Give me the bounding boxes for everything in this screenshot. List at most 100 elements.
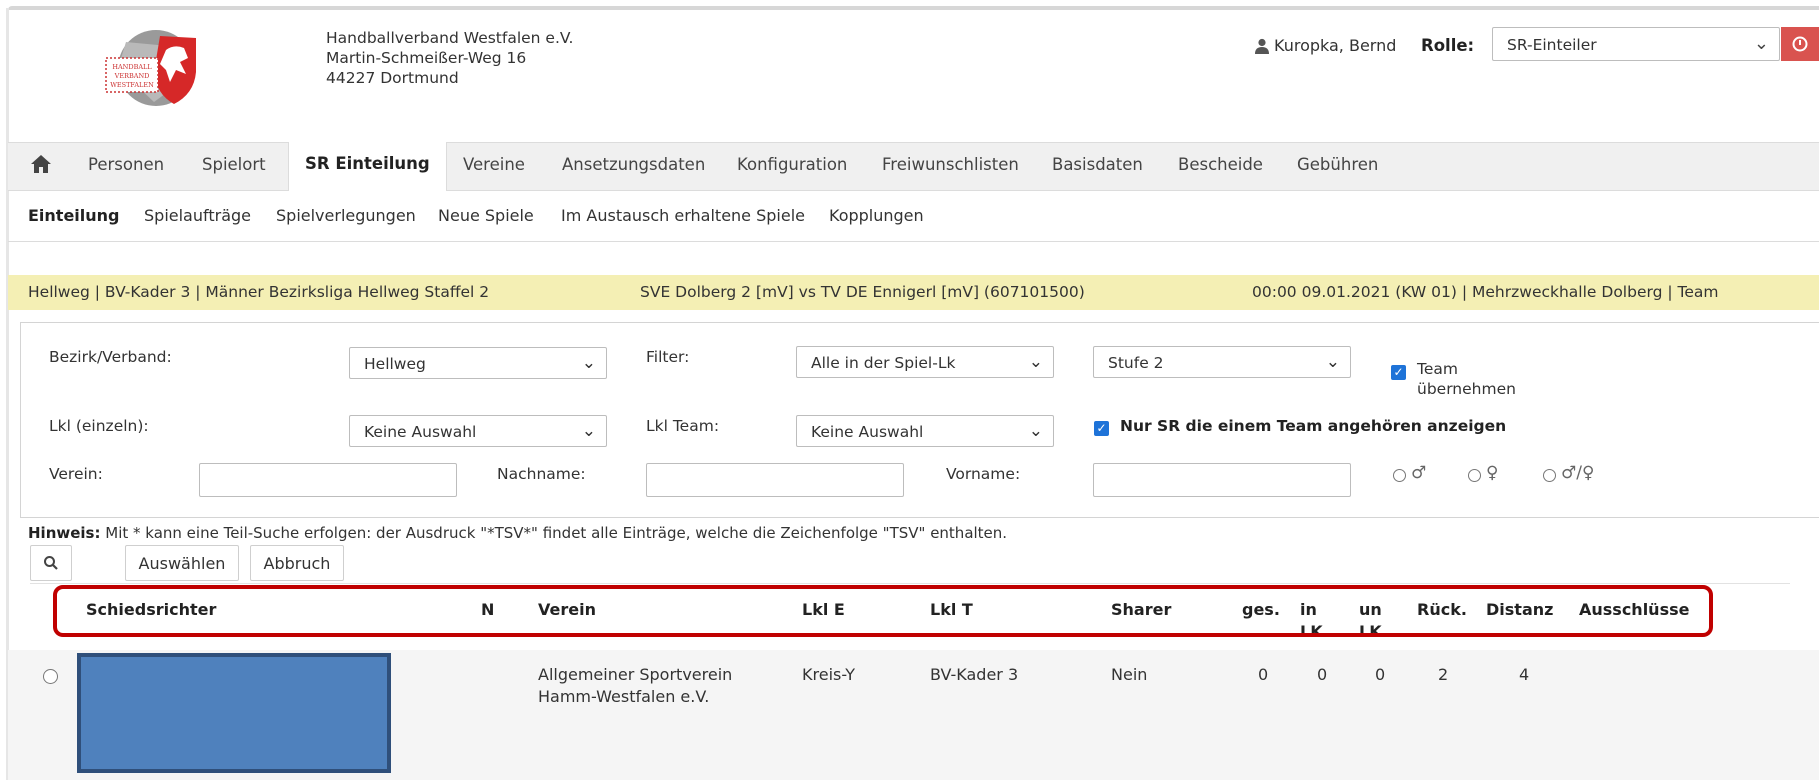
- nav-ansetzungsdaten[interactable]: Ansetzungsdaten: [562, 155, 705, 174]
- match-league: Hellweg | BV-Kader 3 | Männer Bezirkslig…: [28, 283, 490, 301]
- filter-panel: Bezirk/Verband: Hellweg ⌄ Filter: Alle i…: [20, 322, 1819, 518]
- logout-button[interactable]: [1781, 27, 1819, 61]
- hint-bold: Hinweis:: [28, 524, 101, 542]
- bezirk-select[interactable]: Hellweg ⌄: [349, 347, 607, 379]
- cell-sharer: Nein: [1111, 665, 1148, 684]
- lkl-team-label: Lkl Team:: [646, 417, 720, 435]
- gender-male-radio[interactable]: [1393, 469, 1406, 482]
- nav-bescheide[interactable]: Bescheide: [1178, 155, 1263, 174]
- vorname-label: Vorname:: [946, 465, 1021, 483]
- filter-value: Alle in der Spiel-Lk: [811, 354, 956, 372]
- home-icon[interactable]: [30, 153, 52, 179]
- org-city: 44227 Dortmund: [326, 69, 459, 87]
- search-icon: [44, 556, 58, 570]
- window-frame-top: [8, 6, 1819, 10]
- chevron-down-icon: ⌄: [1325, 352, 1340, 372]
- both-genders-symbol: ♂/♀: [1561, 463, 1595, 483]
- hint-text: Mit * kann eine Teil-Suche erfolgen: der…: [100, 524, 1008, 542]
- svg-text:HANDBALL: HANDBALL: [112, 63, 152, 71]
- filter-select[interactable]: Alle in der Spiel-Lk ⌄: [796, 346, 1054, 378]
- team-uebernehmen-label-line2: übernehmen: [1417, 380, 1516, 398]
- org-name: Handballverband Westfalen e.V.: [326, 29, 574, 47]
- search-hint: Hinweis: Mit * kann eine Teil-Suche erfo…: [28, 524, 1007, 542]
- lkl-team-select[interactable]: Keine Auswahl ⌄: [796, 415, 1054, 447]
- match-datetime-venue: 00:00 09.01.2021 (KW 01) | Mehrzweckhall…: [1252, 283, 1719, 301]
- lkl-einzeln-label: Lkl (einzeln):: [49, 417, 149, 435]
- subnav-spielauftraege[interactable]: Spielaufträge: [144, 206, 251, 225]
- nachname-label: Nachname:: [497, 465, 586, 483]
- stufe-select[interactable]: Stufe 2 ⌄: [1093, 346, 1351, 378]
- cell-rueck: 2: [1438, 665, 1449, 684]
- nur-sr-team-label: Nur SR die einem Team angehören anzeigen: [1120, 417, 1507, 435]
- svg-text:WESTFALEN: WESTFALEN: [110, 81, 154, 89]
- subnav-kopplungen[interactable]: Kopplungen: [829, 206, 924, 225]
- nav-vereine[interactable]: Vereine: [463, 155, 525, 174]
- main-nav: Personen Spielort SR Einteilung Vereine …: [8, 142, 1819, 191]
- nav-konfiguration[interactable]: Konfiguration: [737, 155, 847, 174]
- cell-verein-line2: Hamm-Westfalen e.V.: [538, 687, 710, 706]
- role-value: SR-Einteiler: [1507, 36, 1597, 54]
- user-icon: [1255, 38, 1269, 54]
- verein-input[interactable]: [199, 463, 457, 497]
- user-name: Kuropka, Bernd: [1274, 36, 1397, 55]
- gender-both-radio[interactable]: [1543, 469, 1556, 482]
- filter-label: Filter:: [646, 348, 690, 366]
- sub-nav: Einteilung Spielaufträge Spielverlegunge…: [8, 192, 1819, 242]
- vorname-input[interactable]: [1093, 463, 1351, 497]
- subnav-neue-spiele[interactable]: Neue Spiele: [438, 206, 534, 225]
- stufe-value: Stufe 2: [1108, 354, 1164, 372]
- lkl-einzeln-value: Keine Auswahl: [364, 423, 477, 441]
- select-button[interactable]: Auswählen: [125, 545, 239, 581]
- org-address: Handballverband Westfalen e.V. Martin-Sc…: [326, 28, 573, 88]
- bezirk-value: Hellweg: [364, 355, 426, 373]
- subnav-spielverlegungen[interactable]: Spielverlegungen: [276, 206, 416, 225]
- cell-ges: 0: [1258, 665, 1269, 684]
- role-label: Rolle:: [1421, 36, 1475, 55]
- nav-sr-einteilung[interactable]: SR Einteilung: [288, 142, 447, 191]
- nur-sr-team-checkbox[interactable]: ✓: [1094, 421, 1109, 436]
- gender-female-radio[interactable]: [1468, 469, 1481, 482]
- svg-text:VERBAND: VERBAND: [114, 72, 150, 80]
- cell-verein-line1: Allgemeiner Sportverein: [538, 665, 733, 684]
- cell-lkl-t: BV-Kader 3: [930, 665, 1019, 684]
- org-street: Martin-Schmeißer-Weg 16: [326, 49, 527, 67]
- search-button[interactable]: [30, 545, 72, 581]
- cancel-button[interactable]: Abbruch: [250, 545, 344, 581]
- match-teams: SVE Dolberg 2 [mV] vs TV DE Ennigerl [mV…: [640, 283, 1085, 301]
- nav-gebuehren[interactable]: Gebühren: [1297, 155, 1378, 174]
- chevron-down-icon: ⌄: [1028, 421, 1043, 441]
- lkl-einzeln-select[interactable]: Keine Auswahl ⌄: [349, 415, 607, 447]
- team-uebernehmen-label: Team übernehmen: [1417, 359, 1516, 399]
- match-info-bar: Hellweg | BV-Kader 3 | Männer Bezirkslig…: [8, 275, 1819, 310]
- redacted-referee-name: [77, 653, 391, 773]
- subnav-einteilung[interactable]: Einteilung: [28, 206, 120, 225]
- female-symbol: ♀: [1486, 463, 1499, 483]
- current-user[interactable]: Kuropka, Bernd: [1254, 36, 1396, 55]
- chevron-down-icon: ⌄: [1028, 352, 1043, 372]
- nav-spielort[interactable]: Spielort: [202, 155, 266, 174]
- team-uebernehmen-checkbox[interactable]: ✓: [1391, 365, 1406, 380]
- subnav-austausch-spiele[interactable]: Im Austausch erhaltene Spiele: [561, 206, 805, 225]
- nav-freiwunschlisten[interactable]: Freiwunschlisten: [882, 155, 1019, 174]
- cell-distanz: 4: [1519, 665, 1530, 684]
- nachname-input[interactable]: [646, 463, 904, 497]
- cell-lkl-e: Kreis-Y: [802, 665, 855, 684]
- male-symbol: ♂: [1411, 463, 1427, 483]
- power-icon: [1792, 36, 1808, 52]
- nav-personen[interactable]: Personen: [88, 155, 164, 174]
- cell-verein: Allgemeiner Sportverein Hamm-Westfalen e…: [538, 664, 732, 708]
- cell-in-lk: 0: [1317, 665, 1328, 684]
- verein-label: Verein:: [49, 465, 103, 483]
- nav-basisdaten[interactable]: Basisdaten: [1052, 155, 1143, 174]
- role-select[interactable]: SR-Einteiler ⌄: [1492, 27, 1780, 61]
- hvw-logo: HANDBALL VERBAND WESTFALEN: [104, 28, 200, 110]
- chevron-down-icon: ⌄: [581, 353, 596, 373]
- chevron-down-icon: ⌄: [581, 421, 596, 441]
- cell-un-lk: 0: [1375, 665, 1386, 684]
- team-uebernehmen-label-line1: Team: [1417, 360, 1458, 378]
- row-select-radio[interactable]: [43, 669, 58, 684]
- lkl-team-value: Keine Auswahl: [811, 423, 924, 441]
- bezirk-label: Bezirk/Verband:: [49, 348, 172, 366]
- header-highlight-box: [53, 585, 1713, 637]
- chevron-down-icon: ⌄: [1753, 33, 1769, 54]
